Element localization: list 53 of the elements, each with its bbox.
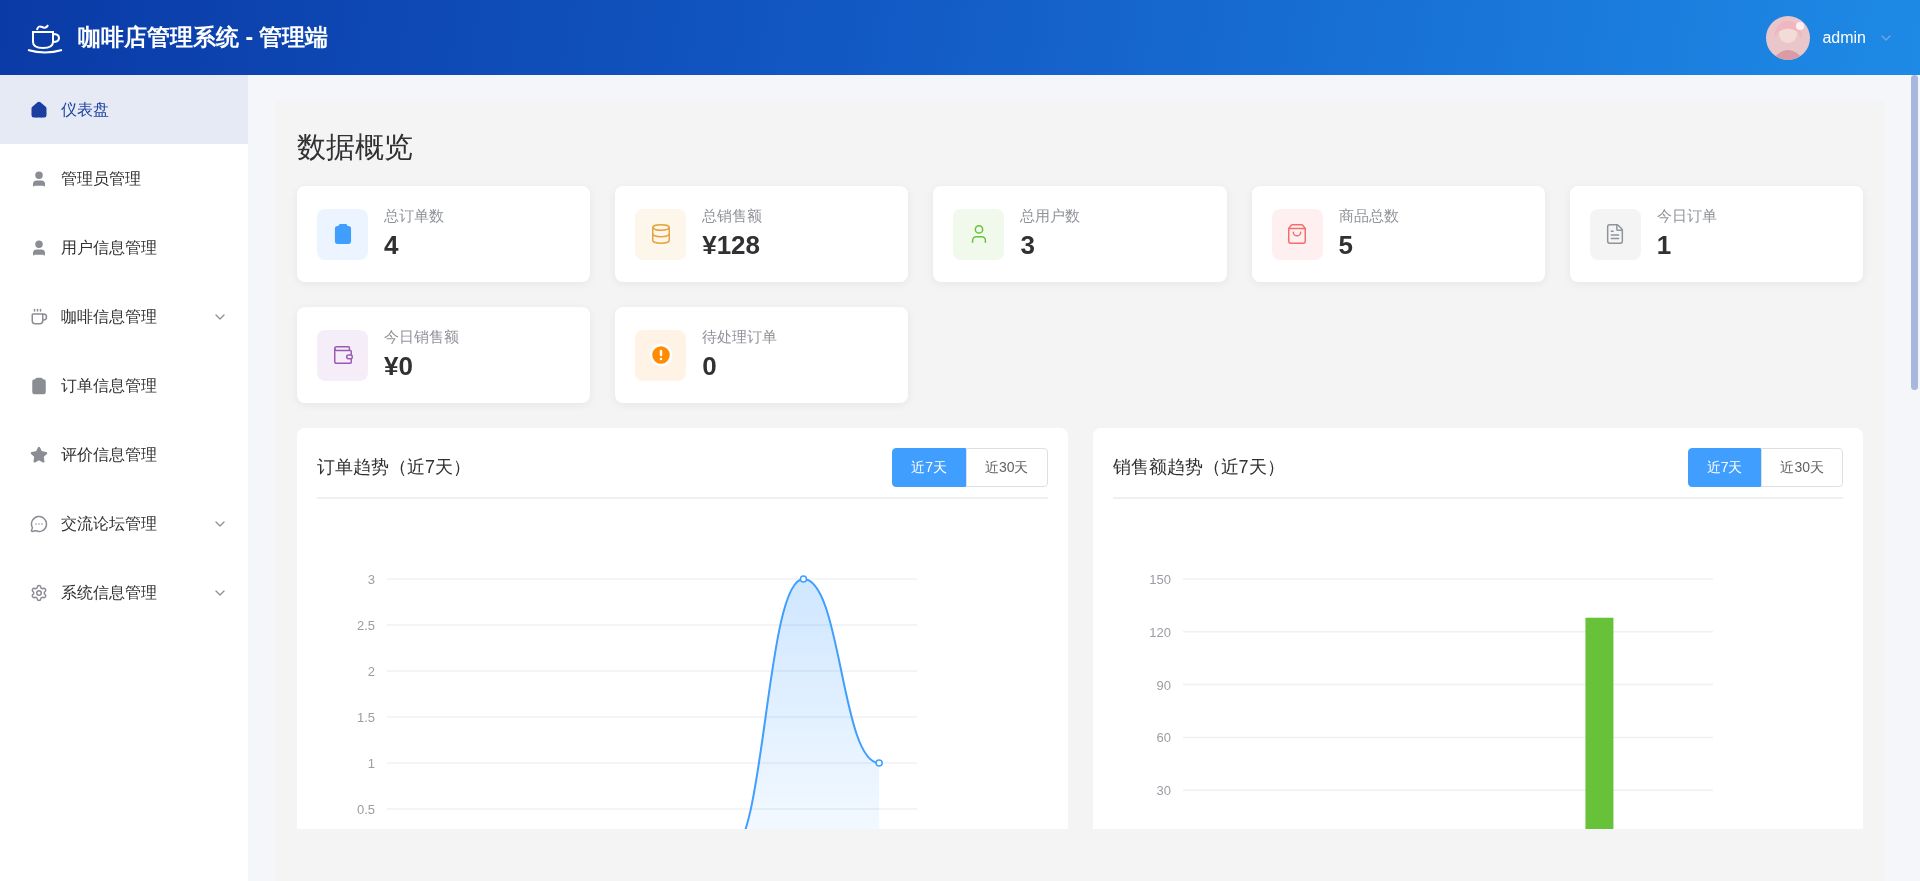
range-tab[interactable]: 近30天: [965, 448, 1048, 487]
user-icon: [30, 238, 48, 257]
sidebar-label: 订单信息管理: [61, 375, 158, 396]
axis-tick-label: 150: [1148, 572, 1171, 587]
axis-tick-label: 0.5: [356, 802, 375, 817]
axis-tick-label: 3: [367, 572, 375, 587]
stat-label: 今日订单: [1656, 206, 1717, 226]
stat-label: 商品总数: [1338, 206, 1399, 226]
sidebar-label: 管理员管理: [61, 168, 142, 189]
axis-tick-label: 90: [1156, 677, 1171, 693]
axis-tick-label: 2.5: [356, 618, 375, 633]
user-name[interactable]: admin: [1822, 25, 1866, 50]
stat-value: 3: [1020, 229, 1036, 262]
sidebar-label: 系统信息管理: [61, 582, 158, 603]
wallet-icon: [331, 344, 354, 366]
stat-label: 今日销售额: [384, 327, 459, 347]
axis-tick-label: 120: [1148, 624, 1171, 640]
axis-tick-label: 2: [367, 664, 375, 679]
sidebar-label: 仪表盘: [61, 99, 110, 120]
chart-title: 销售额趋势（近7天）: [1112, 456, 1285, 479]
stat-label: 总订单数: [384, 206, 444, 226]
range-tab[interactable]: 近30天: [1761, 448, 1843, 487]
clipboard-icon: [30, 376, 48, 395]
settings-icon: [30, 583, 48, 602]
stat-value: 0: [702, 350, 718, 383]
home-icon: [30, 100, 48, 119]
stat-value: 1: [1656, 229, 1673, 262]
app-title: 咖啡店管理系统 - 管理端: [78, 23, 329, 53]
sidebar-item[interactable]: 仪表盘: [0, 75, 248, 144]
axis-tick-label: 1: [367, 756, 375, 771]
cup-icon: [30, 307, 48, 326]
stat-label: 总用户数: [1020, 206, 1081, 226]
axis-tick-label: 60: [1156, 730, 1171, 746]
axis-tick-label: 30: [1156, 783, 1171, 799]
sidebar-label: 用户信息管理: [61, 237, 158, 258]
sidebar-label: 咖啡信息管理: [61, 306, 158, 327]
sidebar-label: 交流论坛管理: [61, 513, 158, 534]
chat-bubble-icon: [30, 514, 48, 533]
chart-title: 订单趋势（近7天）: [317, 456, 471, 479]
stat-value: ¥128: [702, 229, 762, 262]
alert-icon: [648, 343, 673, 367]
star-icon: [30, 445, 48, 464]
stat-value: ¥0: [384, 350, 414, 383]
shopping-bag-icon: [1286, 223, 1309, 245]
stat-label: 总销售额: [702, 206, 763, 226]
axis-tick-label: 1.5: [356, 710, 375, 725]
coins-icon: [649, 223, 672, 245]
user-icon: [30, 169, 48, 188]
section-title: 数据概览: [297, 130, 414, 165]
sidebar-label: 评价信息管理: [61, 444, 158, 465]
stat-label: 待处理订单: [702, 327, 778, 347]
stat-value: 4: [384, 229, 400, 262]
stat-value: 5: [1338, 229, 1355, 262]
